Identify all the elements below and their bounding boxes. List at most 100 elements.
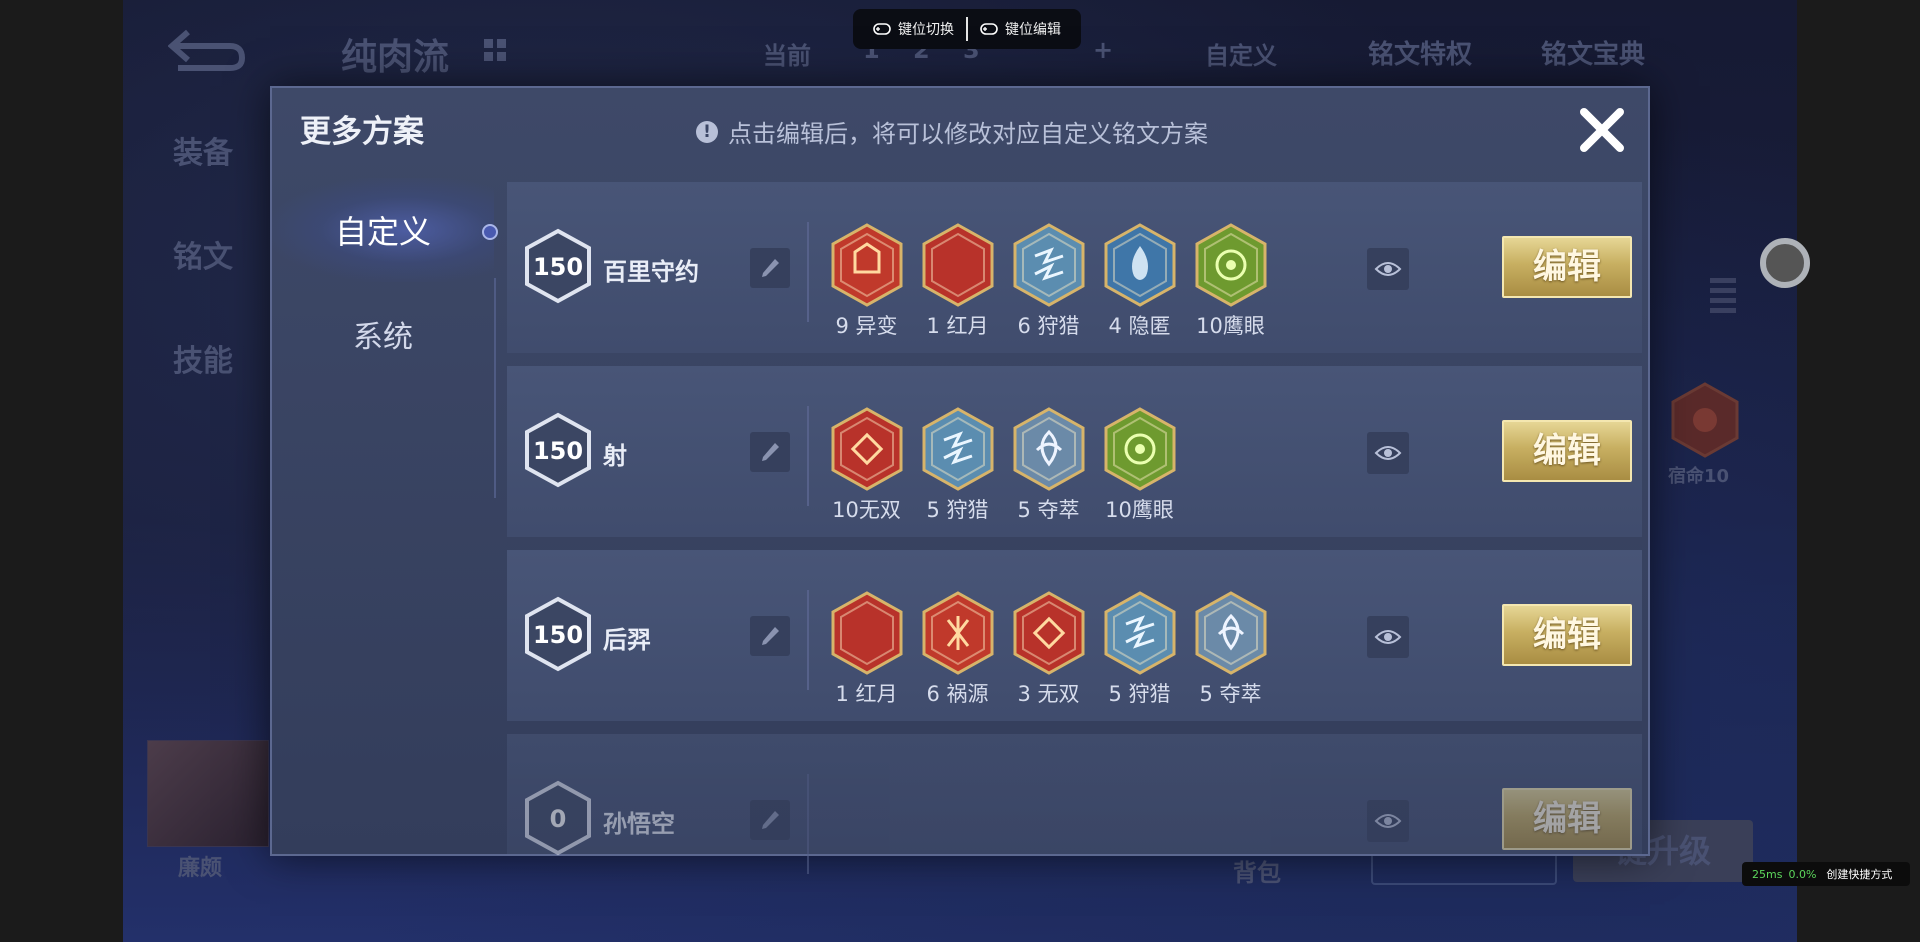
rune-label: 5 狩猎: [1108, 682, 1171, 706]
edit-preset-button[interactable]: 编辑: [1502, 420, 1632, 482]
red-moon-rune-icon: [922, 223, 993, 307]
row-divider: [807, 406, 809, 506]
preset-level: 150: [533, 253, 583, 281]
side-tab-equipment[interactable]: 装备: [173, 128, 233, 172]
eye-icon[interactable]: [1367, 432, 1409, 474]
fate-rune-label: 宿命10: [1668, 466, 1730, 487]
rune-label: 10无双: [832, 498, 901, 522]
rune-label: 10鹰眼: [1196, 314, 1265, 338]
info-icon: !: [696, 120, 718, 143]
level-hex-icon: 150: [525, 596, 591, 672]
preset-level: 150: [533, 437, 583, 465]
preset-row: 150 百里守约 9 异变 1 红月 6 狩猎 4 隐匿 10鹰眼 编辑: [507, 182, 1642, 353]
rune-label: 6 狩猎: [1017, 314, 1080, 338]
rune-item: 10无双: [821, 406, 912, 524]
preset-name: 后羿: [603, 626, 651, 654]
rune-label: 4 隐匿: [1108, 314, 1171, 338]
hawk-eye-rune-icon: [1104, 407, 1175, 491]
eye-icon[interactable]: [1367, 800, 1409, 842]
create-shortcut-button[interactable]: 创建快捷方式: [1826, 866, 1892, 882]
rename-pencil-icon[interactable]: [750, 616, 790, 656]
rune-item: 1 红月: [821, 590, 912, 708]
rune-label: 1 红月: [926, 314, 989, 338]
rune-label: 9 异变: [835, 314, 898, 338]
row-divider: [807, 774, 809, 874]
more-presets-dialog: 更多方案 ! 点击编辑后，将可以修改对应自定义铭文方案 自定义 系统 150 百里…: [270, 86, 1650, 874]
level-hex-icon: 150: [525, 412, 591, 488]
rune-item: 3 无双: [1003, 590, 1094, 708]
eye-icon[interactable]: [1367, 248, 1409, 290]
hunt-rune-icon: [1013, 223, 1084, 307]
rune-item: 5 狩猎: [1094, 590, 1185, 708]
row-divider: [807, 590, 809, 690]
mutation-rune-icon: [831, 223, 902, 307]
red-moon-rune-icon: [831, 591, 902, 675]
back-arrow-icon[interactable]: [168, 24, 246, 72]
cpu-percent: 0.0%: [1788, 867, 1817, 881]
rune-dictionary-button[interactable]: 铭文宝典: [1541, 34, 1645, 71]
preset-name: 百里守约: [603, 258, 699, 286]
rune-privilege-button[interactable]: 铭文特权: [1368, 34, 1472, 71]
gamepad-icon: [873, 23, 891, 35]
rune-item: 1 红月: [912, 222, 1003, 340]
peerless-rune-icon: [831, 407, 902, 491]
rune-label: 5 夺萃: [1199, 682, 1262, 706]
latency-value: 25ms: [1752, 867, 1783, 881]
rune-item: 6 祸源: [912, 590, 1003, 708]
edit-preset-button[interactable]: 编辑: [1502, 788, 1632, 850]
rune-list: 9 异变 1 红月 6 狩猎 4 隐匿 10鹰眼: [821, 222, 1276, 340]
tab-system[interactable]: 系统: [272, 282, 494, 386]
grid-icon[interactable]: [483, 38, 507, 62]
edit-preset-button[interactable]: 编辑: [1502, 236, 1632, 298]
preset-row: 150 射 10无双 5 狩猎 5 夺萃 10鹰眼 编辑: [507, 366, 1642, 537]
rune-label: 5 夺萃: [1017, 498, 1080, 522]
preset-name: 射: [603, 442, 627, 470]
performance-status: 25ms 0.0% 创建快捷方式: [1742, 862, 1910, 886]
rename-pencil-icon[interactable]: [750, 248, 790, 288]
level-hex-icon: 150: [525, 228, 591, 304]
hero-portrait[interactable]: [147, 740, 269, 847]
eye-icon[interactable]: [1367, 616, 1409, 658]
floating-assistant-icon[interactable]: [1760, 238, 1810, 288]
dialog-title: 更多方案: [300, 114, 424, 150]
rune-item: 5 狩猎: [912, 406, 1003, 524]
loadout-title: 纯肉流: [341, 37, 450, 78]
custom-tab[interactable]: 自定义: [1205, 36, 1277, 71]
preset-row: 0 孙悟空 编辑: [507, 734, 1642, 874]
rune-list: 1 红月 6 祸源 3 无双 5 狩猎 5 夺萃: [821, 590, 1276, 708]
rune-item: 9 异变: [821, 222, 912, 340]
key-switch-button[interactable]: 键位切换: [865, 19, 962, 39]
fate-rune-icon: [1671, 382, 1739, 458]
edit-preset-button[interactable]: 编辑: [1502, 604, 1632, 666]
rename-pencil-icon[interactable]: [750, 432, 790, 472]
dialog-hint: ! 点击编辑后，将可以修改对应自定义铭文方案: [696, 114, 1208, 149]
rename-pencil-icon[interactable]: [750, 800, 790, 840]
tab-custom[interactable]: 自定义: [272, 178, 498, 282]
close-icon[interactable]: [1572, 100, 1632, 160]
key-switch-label: 键位切换: [898, 22, 954, 38]
hawk-eye-rune-icon: [1195, 223, 1266, 307]
current-label: 当前: [763, 42, 811, 70]
stealth-rune-icon: [1104, 223, 1175, 307]
rune-item: 10鹰眼: [1094, 406, 1185, 524]
rune-label: 3 无双: [1017, 682, 1080, 706]
rune-item: 10鹰眼: [1185, 222, 1276, 340]
preset-row: 150 后羿 1 红月 6 祸源 3 无双 5 狩猎 5 夺萃 编辑: [507, 550, 1642, 721]
hunt-rune-icon: [922, 407, 993, 491]
side-tab-skills[interactable]: 技能: [173, 336, 233, 380]
add-slot-button[interactable]: +: [1093, 36, 1113, 64]
plunder-rune-icon: [1013, 407, 1084, 491]
side-tab-runes[interactable]: 铭文: [173, 232, 233, 276]
hero-name: 廉颇: [178, 856, 223, 881]
calamity-rune-icon: [922, 591, 993, 675]
nav-divider: [494, 278, 496, 498]
key-edit-button[interactable]: 键位编辑: [972, 19, 1069, 39]
preset-level: 150: [533, 621, 583, 649]
preset-category-nav: 自定义 系统: [272, 178, 498, 386]
rune-list: 10无双 5 狩猎 5 夺萃 10鹰眼: [821, 406, 1185, 524]
rune-item: 5 夺萃: [1003, 406, 1094, 524]
plunder-rune-icon: [1195, 591, 1266, 675]
row-divider: [807, 222, 809, 322]
peerless-rune-icon: [1013, 591, 1084, 675]
key-edit-label: 键位编辑: [1005, 22, 1061, 38]
